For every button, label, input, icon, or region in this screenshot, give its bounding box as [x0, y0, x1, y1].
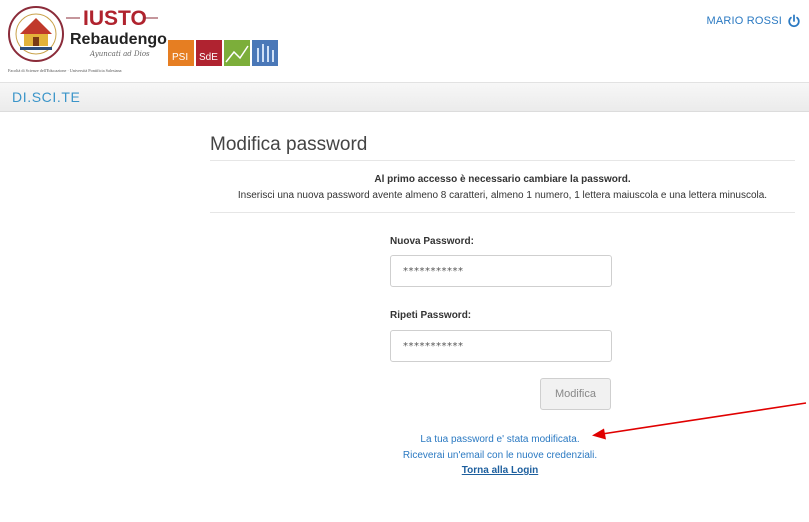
logo-brand-name: IUSTO — [83, 7, 147, 30]
badge-psi-label: PSI — [172, 52, 188, 63]
notice-bold-text: Al primo accesso è necessario cambiare l… — [374, 174, 631, 185]
navbar: DI.SCI.TE — [0, 82, 809, 112]
iusto-logo[interactable]: IUSTO Rebaudengo Ayuncati ad Dios Facolt… — [6, 4, 306, 76]
page-title: Modifica password — [210, 134, 368, 155]
new-password-input[interactable] — [390, 255, 612, 287]
logo-brand-subname: Rebaudengo — [70, 31, 167, 48]
new-password-label: Nuova Password: — [390, 236, 474, 247]
badge-blue — [252, 40, 278, 66]
logo-caption: Facoltà di Scienze dell'Educazione · Uni… — [8, 68, 122, 73]
repeat-password-label: Ripeti Password: — [390, 310, 472, 321]
annotation-arrow-icon — [592, 402, 807, 440]
badge-green — [224, 40, 250, 66]
user-menu[interactable]: MARIO ROSSI — [706, 14, 801, 28]
password-rules-notice: Al primo accesso è necessario cambiare l… — [210, 172, 795, 204]
power-icon[interactable] — [787, 14, 801, 28]
back-to-login-link[interactable]: Torna alla Login — [380, 463, 620, 479]
badge-sde-label: SdE — [199, 52, 218, 63]
repeat-password-input[interactable] — [390, 330, 612, 362]
navbar-brand[interactable]: DI.SCI.TE — [12, 89, 80, 105]
divider — [210, 160, 795, 161]
notice-text: Inserisci una nuova password avente alme… — [237, 190, 768, 201]
header: IUSTO Rebaudengo Ayuncati ad Dios Facolt… — [0, 0, 809, 82]
divider — [210, 212, 795, 213]
logo-motto: Ayuncati ad Dios — [89, 50, 150, 58]
user-name[interactable]: MARIO ROSSI — [706, 15, 782, 27]
